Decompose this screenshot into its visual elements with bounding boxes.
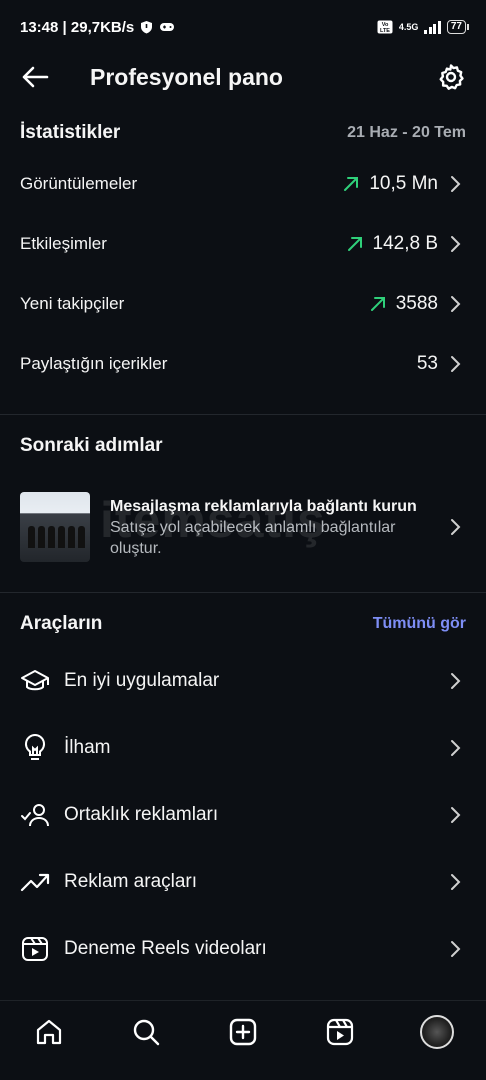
create-icon: [229, 1018, 257, 1045]
chevron-right-icon: [451, 236, 461, 252]
signal-icon: [424, 20, 441, 34]
trend-up-arrow-icon: [344, 177, 359, 191]
bottom-navigation: [0, 1000, 486, 1080]
chevron-right-icon: [451, 940, 461, 957]
stat-label: Etkileşimler: [20, 234, 107, 253]
gear-icon: [439, 64, 464, 90]
chevron-right-icon: [451, 739, 461, 756]
status-time-speed: 13:48 | 29,7KB/s: [20, 18, 135, 36]
tool-label: En iyi uygulamalar: [64, 669, 220, 691]
card-title: Mesajlaşma reklamlarıyla bağlantı kurun: [110, 497, 417, 515]
see-all-link[interactable]: Tümünü gör: [373, 615, 466, 633]
card-description: Satışa yol açabilecek anlamlı bağlantıla…: [110, 518, 396, 557]
tool-ad-tools[interactable]: Reklam araçları: [0, 848, 486, 915]
back-button[interactable]: [20, 62, 50, 92]
stat-row-shared-content[interactable]: Paylaştığın içerikler 53: [0, 334, 486, 394]
shield-icon: [141, 21, 153, 34]
stat-value: 142,8 B: [372, 233, 439, 254]
nav-profile[interactable]: [417, 1012, 457, 1052]
stat-label: Paylaştığın içerikler: [20, 354, 168, 373]
top-header: Profesyonel pano: [0, 54, 486, 100]
tools-header: Araçların Tümünü gör: [0, 613, 486, 635]
arrow-left-icon: [22, 66, 49, 88]
card-thumbnail: [20, 492, 90, 562]
settings-button[interactable]: [436, 62, 466, 92]
home-icon: [36, 1019, 61, 1044]
trend-up-arrow-icon: [370, 297, 385, 311]
next-steps-title: Sonraki adımlar: [20, 435, 163, 456]
stat-row-engagements[interactable]: Etkileşimler 142,8 B: [0, 214, 486, 274]
tool-label: Reklam araçları: [64, 870, 198, 892]
profile-avatar: [420, 1014, 455, 1049]
battery-indicator: 77: [446, 20, 470, 34]
stat-value: 3588: [395, 293, 438, 314]
statistics-title: İstatistikler: [20, 122, 121, 143]
reels-icon: [22, 936, 48, 961]
nav-home[interactable]: [29, 1012, 69, 1052]
chevron-right-icon: [451, 176, 461, 192]
tools-title: Araçların: [20, 613, 103, 634]
status-bar: 13:48 | 29,7KB/s Vo LTE 4.5G 77: [0, 0, 486, 54]
tool-inspiration[interactable]: İlham: [0, 714, 486, 781]
chevron-right-icon: [451, 356, 461, 372]
stat-value: 10,5 Mn: [369, 173, 438, 194]
stat-row-new-followers[interactable]: Yeni takipçiler 3588: [0, 274, 486, 334]
chevron-right-icon: [451, 806, 461, 823]
nav-reels[interactable]: [320, 1012, 360, 1052]
stat-label: Görüntülemeler: [20, 174, 138, 193]
trend-up-arrow-icon: [347, 237, 362, 251]
chevron-right-icon: [451, 873, 461, 890]
messaging-ads-card[interactable]: Mesajlaşma reklamlarıyla bağlantı kurun …: [0, 477, 486, 577]
svg-text:LTE: LTE: [380, 28, 390, 34]
reels-icon: [327, 1018, 354, 1045]
stat-value: 53: [416, 353, 438, 374]
date-range[interactable]: 21 Haz - 20 Tem: [347, 124, 466, 142]
next-steps-header: Sonraki adımlar: [0, 435, 486, 457]
stat-row-views[interactable]: Görüntülemeler 10,5 Mn: [0, 154, 486, 214]
partner-check-icon: [21, 803, 49, 826]
graduation-cap-icon: [21, 669, 49, 690]
chevron-right-icon: [451, 519, 461, 535]
tool-label: Ortaklık reklamları: [64, 803, 219, 825]
tool-label: İlham: [64, 736, 111, 758]
volte-icon: VoLTE: [377, 20, 393, 34]
chevron-right-icon: [451, 672, 461, 689]
nav-search[interactable]: [126, 1012, 166, 1052]
tool-trial-reels[interactable]: Deneme Reels videoları: [0, 915, 486, 982]
nav-create[interactable]: [223, 1012, 263, 1052]
chevron-right-icon: [451, 296, 461, 312]
network-type: 4.5G: [398, 22, 419, 32]
stat-label: Yeni takipçiler: [20, 294, 125, 313]
tool-partnership-ads[interactable]: Ortaklık reklamları: [0, 781, 486, 848]
tool-best-practices[interactable]: En iyi uygulamalar: [0, 647, 486, 714]
lightbulb-icon: [24, 733, 46, 760]
tool-label: Deneme Reels videoları: [64, 937, 267, 959]
search-icon: [133, 1019, 159, 1045]
statistics-header: İstatistikler 21 Haz - 20 Tem: [0, 122, 486, 144]
page-title: Profesyonel pano: [90, 63, 283, 90]
gamepad-icon: [160, 23, 175, 31]
trending-up-icon: [20, 873, 50, 891]
